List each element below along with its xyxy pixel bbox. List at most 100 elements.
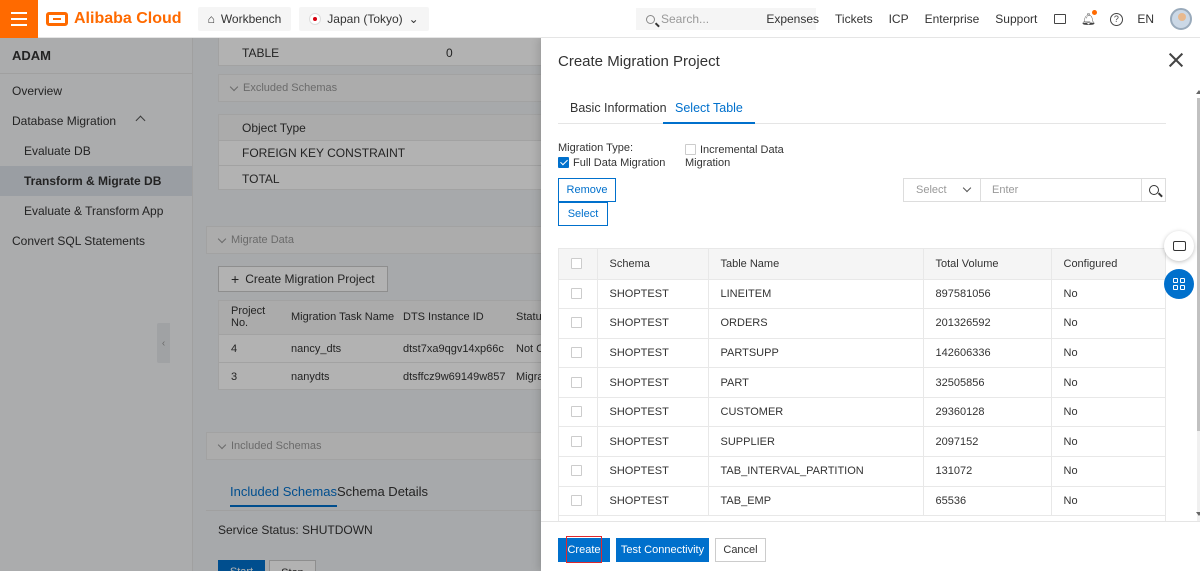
row-checkbox[interactable] [571, 494, 582, 506]
drawer-tabs: Basic Information Select Table [558, 96, 1166, 124]
row-checkbox-cell[interactable] [559, 456, 598, 487]
close-icon[interactable] [1169, 53, 1183, 67]
full-data-label: Full Data Migration [573, 157, 666, 169]
row-checkbox-cell[interactable] [559, 338, 598, 369]
modal-overlay[interactable] [0, 38, 541, 571]
cell-configured: No [1051, 338, 1165, 369]
highlight-box [566, 536, 602, 563]
filter-field-select[interactable]: Select [904, 179, 981, 201]
row-checkbox[interactable] [571, 465, 582, 477]
chat-float-button[interactable] [1164, 231, 1194, 261]
cell-total-volume: 29360128 [923, 397, 1052, 428]
tab-select-table[interactable]: Select Table [663, 101, 755, 124]
incremental-label-line2: Migration [685, 157, 731, 169]
full-data-migration-option[interactable]: Full Data Migration [558, 157, 665, 169]
test-connectivity-button[interactable]: Test Connectivity [616, 538, 709, 562]
scroll-up-arrow-icon[interactable] [1196, 90, 1200, 94]
column-header-configured: Configured [1051, 249, 1165, 280]
filter-search-button[interactable] [1141, 179, 1165, 201]
table-row[interactable]: SHOPTEST LINEITEM 897581056 No [559, 279, 1165, 310]
cell-table-name: TAB_INTERVAL_PARTITION [708, 456, 924, 487]
cell-total-volume: 131072 [923, 456, 1052, 487]
region-selector[interactable]: Japan (Tokyo) ⌄ [299, 6, 429, 31]
link-expenses[interactable]: Expenses [766, 12, 819, 26]
search-icon [646, 14, 655, 24]
row-checkbox-cell[interactable] [559, 279, 598, 310]
home-icon: ⌂ [207, 11, 215, 26]
row-checkbox-cell[interactable] [559, 308, 598, 339]
table-row[interactable]: SHOPTEST PARTSUPP 142606336 No [559, 338, 1165, 369]
cell-configured: No [1051, 308, 1165, 339]
drawer-footer: Create Test Connectivity Cancel [541, 521, 1200, 571]
apps-float-button[interactable] [1164, 269, 1194, 299]
link-tickets[interactable]: Tickets [835, 12, 873, 26]
row-checkbox[interactable] [571, 435, 582, 447]
row-checkbox[interactable] [571, 317, 582, 329]
workbench-button[interactable]: ⌂ Workbench [197, 6, 292, 31]
remove-button[interactable]: Remove [558, 178, 616, 202]
terminal-icon[interactable] [1053, 12, 1067, 26]
filter-input[interactable]: Enter [981, 184, 1141, 196]
row-checkbox-cell[interactable] [559, 426, 598, 458]
help-icon[interactable]: ? [1109, 12, 1123, 26]
checkbox-checked[interactable] [558, 157, 569, 168]
cell-schema: SHOPTEST [597, 397, 709, 428]
menu-icon[interactable] [0, 0, 38, 38]
row-checkbox[interactable] [571, 346, 582, 358]
link-support[interactable]: Support [995, 12, 1037, 26]
link-icp[interactable]: ICP [889, 12, 909, 26]
chat-icon [1172, 237, 1186, 251]
column-header-table-name: Table Name [708, 249, 924, 280]
cell-schema: SHOPTEST [597, 308, 709, 339]
table-row[interactable]: SHOPTEST TAB_EMP 65536 No [559, 486, 1165, 517]
notification-dot [1092, 10, 1098, 15]
link-enterprise[interactable]: Enterprise [925, 12, 980, 26]
row-checkbox[interactable] [571, 406, 582, 418]
cell-schema: SHOPTEST [597, 426, 709, 458]
incremental-label-line1: Incremental Data [700, 144, 784, 156]
cancel-button[interactable]: Cancel [715, 538, 766, 562]
select-button[interactable]: Select [558, 202, 608, 226]
apps-grid-icon [1173, 278, 1185, 290]
row-checkbox[interactable] [571, 376, 582, 388]
cell-total-volume: 142606336 [923, 338, 1052, 369]
row-checkbox-cell[interactable] [559, 397, 598, 428]
cell-configured: No [1051, 279, 1165, 310]
cell-schema: SHOPTEST [597, 456, 709, 487]
row-checkbox-cell[interactable] [559, 367, 598, 398]
table-row[interactable]: SHOPTEST SUPPLIER 2097152 No [559, 426, 1165, 458]
row-checkbox[interactable] [571, 287, 582, 299]
user-avatar[interactable] [1170, 8, 1192, 30]
alibaba-cloud-logo[interactable]: Alibaba Cloud [46, 0, 182, 38]
cell-table-name: CUSTOMER [708, 397, 924, 428]
logo-icon [46, 11, 68, 26]
language-selector[interactable]: EN [1137, 12, 1154, 26]
search-icon [1148, 185, 1159, 195]
notification-bell-icon[interactable]: 🔔︎ [1081, 10, 1098, 26]
cell-total-volume: 201326592 [923, 308, 1052, 339]
tab-basic-information[interactable]: Basic Information [558, 101, 679, 124]
create-migration-project-drawer: Create Migration Project Basic Informati… [541, 38, 1200, 571]
japan-flag-icon [309, 12, 322, 25]
select-all-checkbox[interactable] [571, 257, 582, 269]
incremental-data-migration-option[interactable]: Incremental Data [685, 144, 784, 156]
table-filter: Select Enter [903, 178, 1166, 202]
cell-configured: No [1051, 456, 1165, 487]
region-label: Japan (Tokyo) [327, 11, 403, 26]
table-header-row: Schema Table Name Total Volume Configure… [559, 249, 1165, 280]
table-row[interactable]: SHOPTEST PART 32505856 No [559, 367, 1165, 398]
cell-total-volume: 65536 [923, 486, 1052, 517]
cell-table-name: PART [708, 367, 924, 398]
cell-configured: No [1051, 486, 1165, 517]
workbench-label: Workbench [220, 11, 282, 26]
cell-schema: SHOPTEST [597, 486, 709, 517]
brand-name: Alibaba Cloud [74, 9, 182, 27]
table-row[interactable]: SHOPTEST TAB_INTERVAL_PARTITION 131072 No [559, 456, 1165, 487]
scroll-down-arrow-icon[interactable] [1196, 512, 1200, 516]
checkbox-unchecked[interactable] [685, 144, 696, 155]
table-row[interactable]: SHOPTEST ORDERS 201326592 No [559, 308, 1165, 339]
select-all-cell[interactable] [559, 249, 598, 280]
cell-table-name: PARTSUPP [708, 338, 924, 369]
row-checkbox-cell[interactable] [559, 486, 598, 517]
table-row[interactable]: SHOPTEST CUSTOMER 29360128 No [559, 397, 1165, 428]
